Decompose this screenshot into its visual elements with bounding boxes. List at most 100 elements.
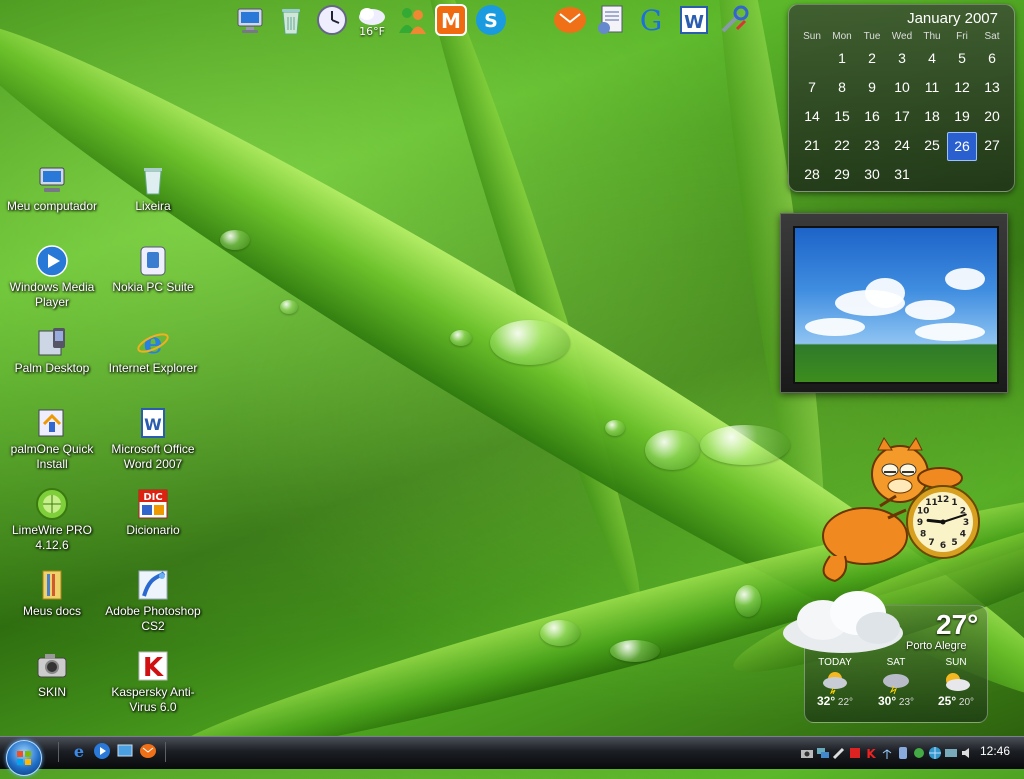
calendar-day[interactable]: 26 — [947, 132, 977, 161]
calendar-day[interactable]: 11 — [917, 74, 947, 103]
desktop-icon-adobe-photoshop-cs2[interactable]: Adobe Photoshop CS2 — [103, 568, 203, 634]
tray-antenna-icon[interactable] — [880, 745, 894, 759]
calendar-day[interactable]: 30 — [857, 161, 887, 190]
limewire-icon — [35, 487, 69, 521]
calendar-weekday: Sat — [984, 31, 1000, 42]
desktop-icon-nokia-pc-suite[interactable]: Nokia PC Suite — [103, 244, 203, 295]
desktop-icon-label: Lixeira — [135, 199, 171, 213]
calendar-day[interactable]: 14 — [797, 103, 827, 132]
calendar-day[interactable]: 3 — [887, 45, 917, 74]
slideshow-gadget[interactable] — [780, 213, 1008, 393]
calendar-day[interactable]: 4 — [917, 45, 947, 74]
desktop-icon-internet-explorer[interactable]: e Internet Explorer — [103, 325, 203, 376]
calendar-day[interactable]: 31 — [887, 161, 917, 190]
tools-icon[interactable] — [716, 2, 752, 38]
svg-text:DIC: DIC — [143, 492, 162, 503]
calendar-day[interactable]: 19 — [947, 103, 977, 132]
calendar-day[interactable]: 21 — [797, 132, 827, 161]
calendar-day[interactable]: 29 — [827, 161, 857, 190]
calendar-day[interactable]: 25 — [917, 132, 947, 161]
skype-icon[interactable]: S — [473, 2, 509, 38]
cloud-icon — [778, 588, 908, 658]
taskbar-clock[interactable]: 12:46 — [980, 744, 1010, 758]
calendar-day[interactable]: 20 — [977, 103, 1007, 132]
calendar-day[interactable]: 2 — [857, 45, 887, 74]
start-button[interactable] — [6, 740, 42, 776]
calendar-gadget[interactable]: January 2007 Sun Mon Tue Wed Thu Fri Sat 12345… — [788, 4, 1015, 192]
recycle-bin-icon[interactable] — [273, 2, 309, 38]
tray-network-icon[interactable] — [816, 745, 830, 759]
mail-icon[interactable] — [552, 2, 588, 38]
calendar-day[interactable]: 12 — [947, 74, 977, 103]
word-icon[interactable]: W — [676, 2, 712, 38]
calendar-day[interactable]: 8 — [827, 74, 857, 103]
calendar-day[interactable]: 23 — [857, 132, 887, 161]
quicklaunch-internet-explorer-icon[interactable]: e — [70, 742, 88, 761]
desktop-icon-skin[interactable]: SKIN — [2, 649, 102, 700]
desktop-icon-lixeira[interactable]: Lixeira — [103, 163, 203, 214]
tray-kaspersky-icon[interactable]: K — [864, 745, 878, 761]
calendar-day[interactable]: 7 — [797, 74, 827, 103]
tray-update-icon[interactable] — [912, 745, 926, 759]
forecast-day-today: TODAY 32° 22° — [805, 657, 865, 708]
forecast-day-sun: SUN 25° 20° — [926, 657, 986, 708]
forecast-day-name: SAT — [886, 657, 906, 668]
desktop-icon-dicionario[interactable]: DIC Dicionario — [103, 487, 203, 538]
clock-numeral: 8 — [920, 530, 926, 540]
calendar-month-title: January 2007 — [907, 10, 998, 27]
calendar-day[interactable]: 17 — [887, 103, 917, 132]
calendar-day[interactable]: 18 — [917, 103, 947, 132]
desktop-icon-meus-docs[interactable]: Meus docs — [2, 568, 102, 619]
messenger-icon[interactable] — [394, 2, 430, 38]
desktop-icon-kaspersky-anti-virus[interactable]: K Kaspersky Anti-Virus 6.0 — [103, 649, 203, 715]
clock-icon[interactable] — [314, 2, 350, 38]
tray-flag-icon[interactable] — [848, 745, 862, 759]
desktop-icon-windows-media-player[interactable]: Windows Media Player — [2, 244, 102, 310]
desktop-icon-label: LimeWire PRO 4.12.6 — [11, 523, 92, 552]
desktop-icon-limewire-pro[interactable]: LimeWire PRO 4.12.6 — [2, 487, 102, 553]
calendar-day[interactable]: 24 — [887, 132, 917, 161]
calendar-day[interactable]: 22 — [827, 132, 857, 161]
m-app-icon[interactable]: M — [433, 2, 469, 38]
recycle-bin-icon — [136, 163, 170, 197]
desktop-icon-microsoft-office-word-2007[interactable]: W Microsoft Office Word 2007 — [103, 406, 203, 472]
quicklaunch-desktop-icon[interactable] — [116, 742, 134, 760]
tray-pen-icon[interactable] — [832, 745, 846, 760]
calendar-day[interactable]: 6 — [977, 45, 1007, 74]
desktop-icon-label: Meus docs — [22, 604, 82, 618]
google-icon[interactable]: G — [633, 2, 669, 38]
calendar-day[interactable]: 1 — [827, 45, 857, 74]
folder-icon — [35, 568, 69, 602]
calendar-day[interactable]: 15 — [827, 103, 857, 132]
tray-camera-icon[interactable] — [800, 745, 814, 759]
calendar-day[interactable]: 9 — [857, 74, 887, 103]
quicklaunch-mail-icon[interactable] — [139, 742, 157, 760]
tray-palm-icon[interactable] — [896, 745, 910, 759]
calendar-day[interactable]: 27 — [977, 132, 1007, 161]
tray-volume-icon[interactable] — [960, 745, 974, 759]
desktop-icon-palmone-quick-install[interactable]: palmOne Quick Install — [2, 406, 102, 472]
tray-globe-icon[interactable] — [928, 745, 942, 759]
quicklaunch-media-player-icon[interactable] — [93, 742, 111, 760]
calendar-day[interactable]: 16 — [857, 103, 887, 132]
calendar-day[interactable]: 10 — [887, 74, 917, 103]
clock-numeral: 4 — [960, 530, 966, 540]
calendar-day[interactable]: 13 — [977, 74, 1007, 103]
calendar-blank-cell — [797, 45, 827, 74]
slideshow-image — [793, 226, 999, 384]
svg-text:e: e — [74, 742, 84, 760]
documents-icon[interactable] — [593, 2, 629, 38]
calendar-day[interactable]: 28 — [797, 161, 827, 190]
analog-clock[interactable]: 1 2 3 4 5 6 7 8 9 10 11 12 — [905, 484, 981, 560]
svg-text:K: K — [866, 747, 876, 760]
svg-text:e: e — [143, 326, 162, 359]
desktop-icon-meu-computador[interactable]: Meu computador — [2, 163, 102, 214]
kaspersky-icon: K — [136, 649, 170, 683]
desktop-icon-palm-desktop[interactable]: Palm Desktop — [2, 325, 102, 376]
computer-icon[interactable] — [232, 2, 268, 38]
clock-numeral: 9 — [917, 518, 923, 528]
taskbar-separator — [58, 742, 59, 762]
weather-icon[interactable]: 16°F — [354, 2, 390, 38]
calendar-day[interactable]: 5 — [947, 45, 977, 74]
tray-connection-icon[interactable] — [944, 745, 958, 759]
